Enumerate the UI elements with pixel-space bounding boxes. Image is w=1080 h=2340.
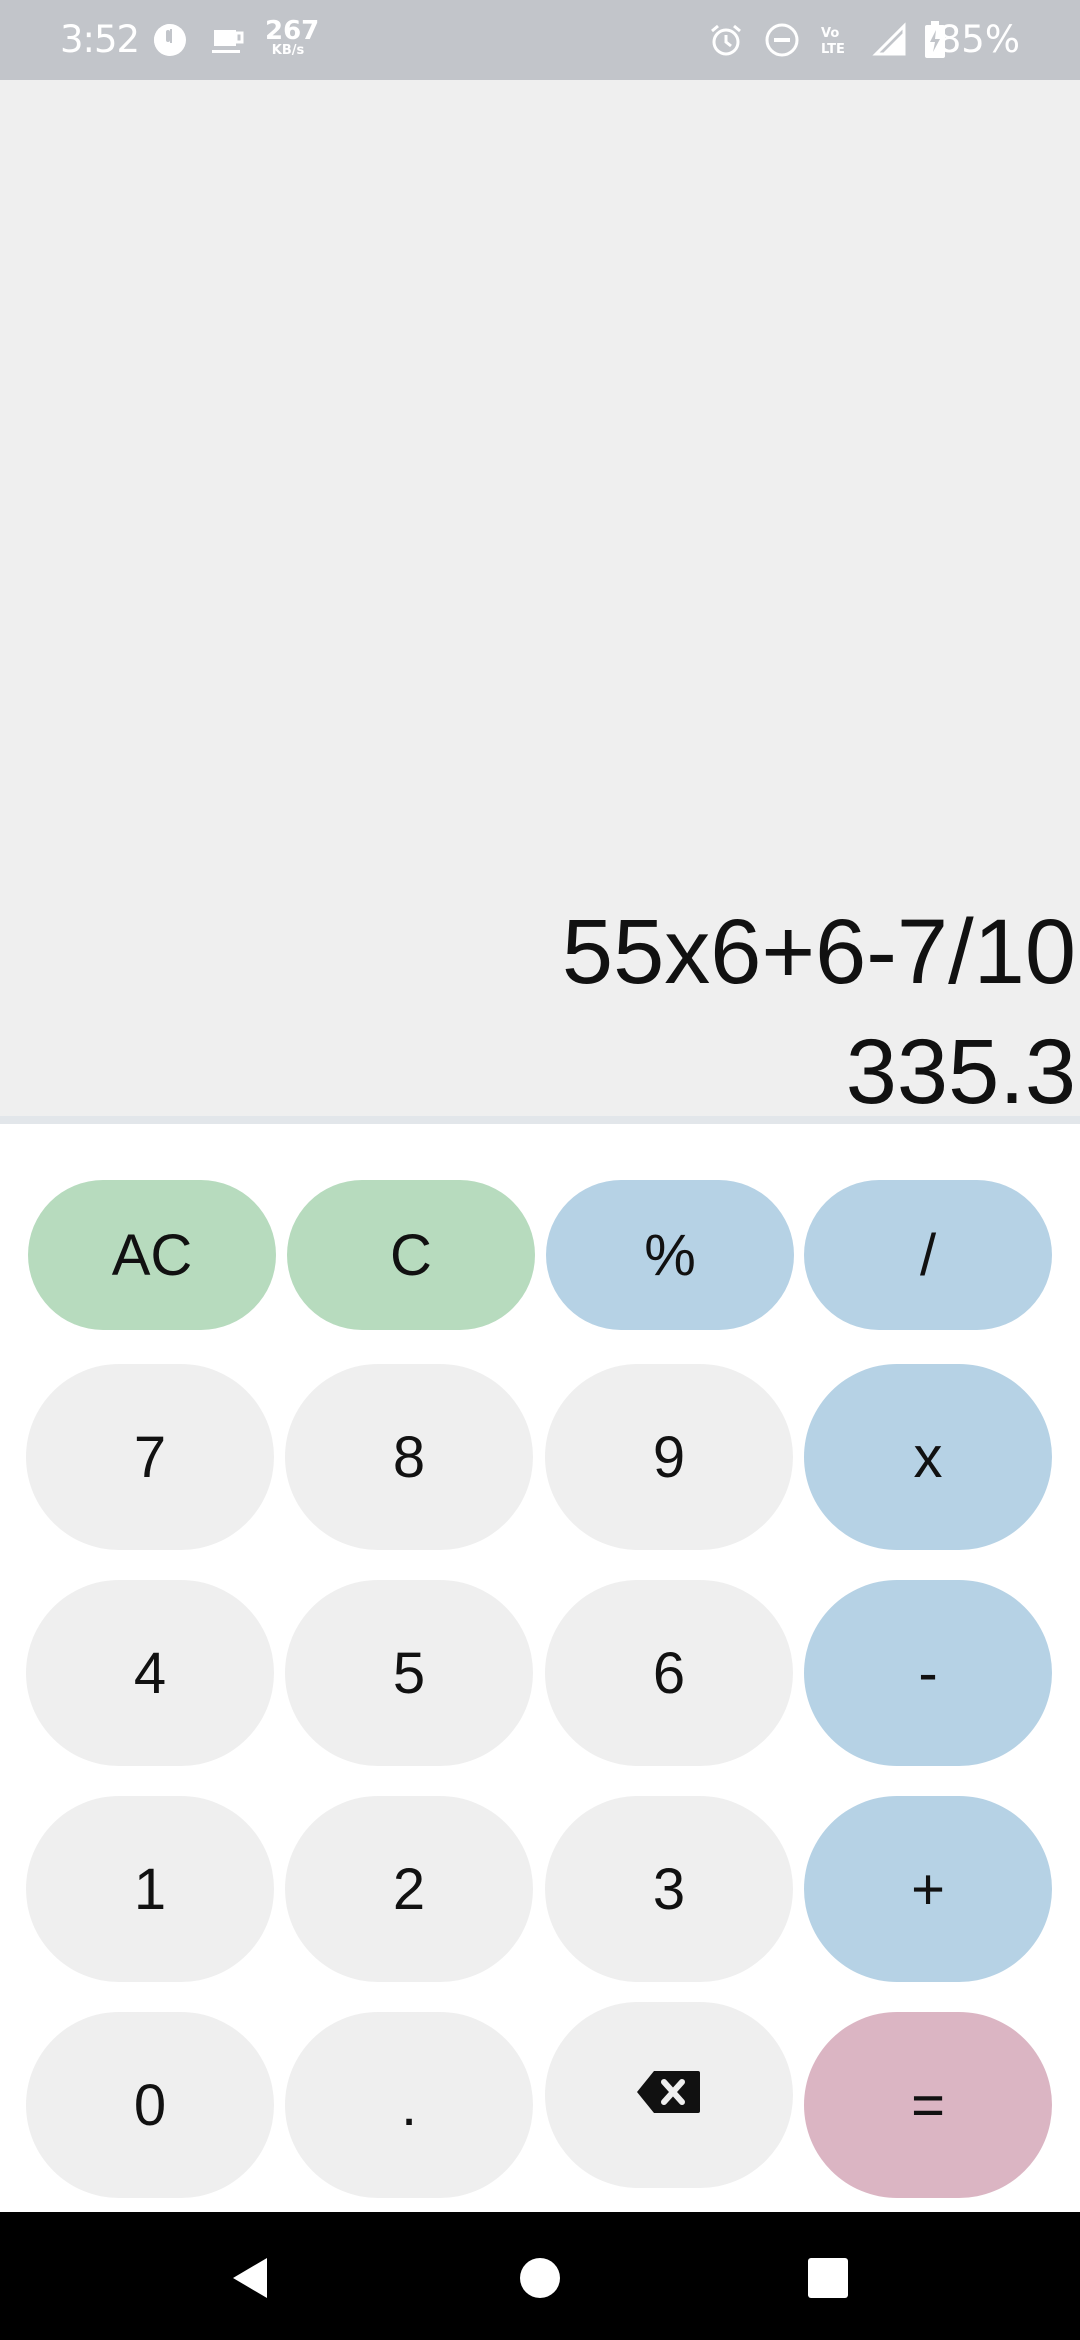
digit-3-button[interactable]: 3: [545, 1796, 793, 1982]
svg-text:LTE: LTE: [821, 42, 845, 57]
digit-4-button[interactable]: 4: [26, 1580, 274, 1766]
alarm-icon: [706, 20, 746, 60]
digit-7-button[interactable]: 7: [26, 1364, 274, 1550]
digit-2-button[interactable]: 2: [285, 1796, 533, 1982]
backspace-button[interactable]: [545, 2002, 793, 2188]
result-text: 335.3: [845, 1021, 1076, 1123]
signal-icon: [870, 20, 910, 60]
percent-button[interactable]: %: [546, 1180, 794, 1330]
divide-button[interactable]: /: [804, 1180, 1052, 1330]
status-bar: 3:52 267 KB/s Vo LTE 85%: [0, 0, 1080, 80]
digit-8-button[interactable]: 8: [285, 1364, 533, 1550]
navigation-bar: [0, 2212, 1080, 2340]
digit-1-button[interactable]: 1: [26, 1796, 274, 1982]
minus-button[interactable]: -: [804, 1580, 1052, 1766]
svg-text:Vo: Vo: [821, 26, 839, 41]
multiply-button[interactable]: x: [804, 1364, 1052, 1550]
digit-5-button[interactable]: 5: [285, 1580, 533, 1766]
plus-button[interactable]: +: [804, 1796, 1052, 1982]
status-time: 3:52: [60, 18, 140, 61]
expression-text: 55x6+6-7/10: [561, 901, 1076, 1003]
volte-icon: Vo LTE: [818, 20, 858, 60]
calculator-display: 55x6+6-7/10 335.3: [0, 80, 1080, 1124]
do-not-disturb-icon: [762, 20, 802, 60]
speed-unit: KB/s: [271, 43, 305, 58]
equals-button[interactable]: =: [804, 2012, 1052, 2198]
battery-percent: 85%: [937, 18, 1020, 61]
keypad: AC C % / 7 8 9 x 4 5 6 - 1 2 3 + 0 . =: [0, 1124, 1080, 2212]
home-icon[interactable]: [518, 2256, 562, 2300]
speed-value: 267: [265, 16, 320, 46]
digit-0-button[interactable]: 0: [26, 2012, 274, 2198]
recents-icon[interactable]: [806, 2256, 850, 2300]
backspace-icon: [636, 2062, 702, 2129]
coffee-icon: [208, 20, 248, 60]
back-icon[interactable]: [228, 2256, 272, 2300]
network-speed: 267 KB/s: [265, 16, 320, 58]
display-divider: [0, 1116, 1080, 1124]
digit-6-button[interactable]: 6: [545, 1580, 793, 1766]
clear-button[interactable]: C: [287, 1180, 535, 1330]
app-icon: [150, 20, 190, 60]
digit-9-button[interactable]: 9: [545, 1364, 793, 1550]
all-clear-button[interactable]: AC: [28, 1180, 276, 1330]
decimal-point-button[interactable]: .: [285, 2012, 533, 2198]
